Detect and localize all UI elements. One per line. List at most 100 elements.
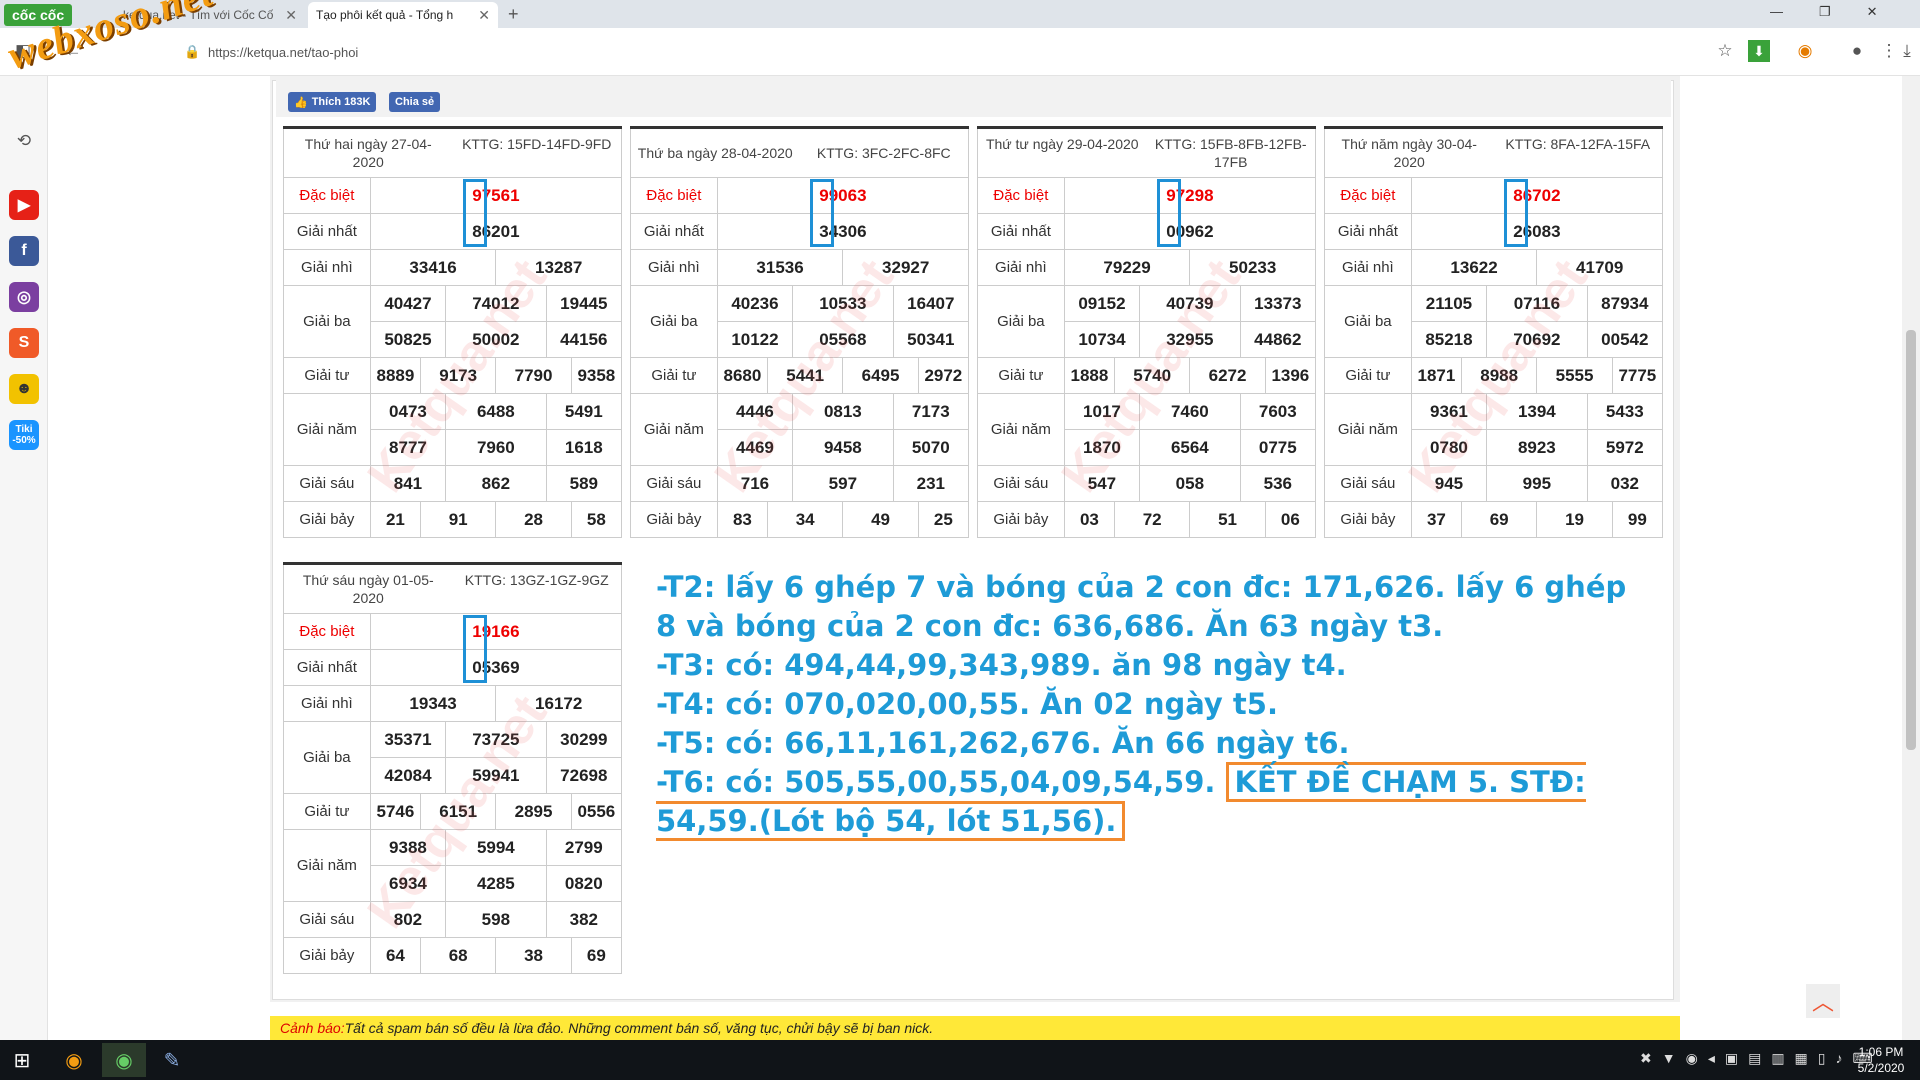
tiki-icon[interactable]: Tiki -50% xyxy=(9,420,39,450)
game-icon[interactable]: ☻ xyxy=(9,374,39,404)
prize-number: 589 xyxy=(545,465,623,502)
new-tab-button[interactable]: + xyxy=(508,4,519,25)
prize-number: 0775 xyxy=(1239,429,1317,466)
history-icon[interactable]: ⟲ xyxy=(11,128,37,154)
windows-start-icon[interactable]: ⊞ xyxy=(0,1043,44,1077)
label-giai-ba: Giải ba xyxy=(1324,285,1412,358)
facebook-share-button[interactable]: Chia sẻ xyxy=(389,92,441,112)
browser-sidebar xyxy=(0,76,48,1040)
taskbar-clock[interactable]: 1:06 PM 5/2/2020 xyxy=(1846,1044,1916,1076)
prize-number: 19445 xyxy=(545,285,623,322)
special-prize: 86702 xyxy=(1410,177,1664,214)
prize-number: 058 xyxy=(1139,465,1241,502)
prize-number: 50233 xyxy=(1189,249,1316,286)
prize-number: 6151 xyxy=(420,793,497,830)
downloads-icon[interactable]: ⤓ xyxy=(1894,38,1920,64)
facebook-icon[interactable]: f xyxy=(9,236,39,266)
prize-number: 0780 xyxy=(1410,429,1488,466)
prize-number: 50002 xyxy=(445,321,547,358)
tray-icon[interactable]: ▣ xyxy=(1725,1050,1738,1067)
extension-icon[interactable]: ◎ xyxy=(9,282,39,312)
prize-number: 21 xyxy=(369,501,422,538)
clock-date: 5/2/2020 xyxy=(1857,1061,1905,1075)
label-giai-nhat: Giải nhất xyxy=(283,213,371,250)
label-giai-nhi: Giải nhì xyxy=(283,685,371,722)
minimize-icon[interactable]: — xyxy=(1770,4,1783,20)
table-header: Thứ hai ngày 27-04-2020 KTTG: 15FD-14FD-9… xyxy=(283,127,622,178)
prize-number: 0813 xyxy=(792,393,894,430)
address-bar[interactable]: 🔒 https://ketqua.net/tao-phoi xyxy=(170,36,1700,68)
tray-icon[interactable]: ▥ xyxy=(1771,1050,1784,1067)
coccoc-extension-icon[interactable]: ◉ xyxy=(1792,38,1818,64)
label-giai-nhat: Giải nhất xyxy=(283,649,371,686)
profile-icon[interactable]: ● xyxy=(1844,38,1870,64)
taskbar-coccoc-icon[interactable]: ◉ xyxy=(102,1043,146,1077)
youtube-icon[interactable]: ▶ xyxy=(9,190,39,220)
first-prize: 05369 xyxy=(369,649,623,686)
close-icon[interactable]: ✕ xyxy=(285,7,297,24)
tray-icon[interactable]: ◉ xyxy=(1686,1050,1698,1067)
prize-number: 40739 xyxy=(1139,285,1241,322)
prize-number: 9458 xyxy=(792,429,894,466)
prize-number: 1870 xyxy=(1063,429,1141,466)
shopee-icon[interactable]: S xyxy=(9,328,39,358)
network-icon[interactable]: ▯ xyxy=(1818,1050,1826,1067)
label-giai-ba: Giải ba xyxy=(283,721,371,794)
volume-icon[interactable]: ♪ xyxy=(1836,1050,1843,1067)
prize-number: 9361 xyxy=(1410,393,1488,430)
prize-number: 00542 xyxy=(1586,321,1664,358)
prize-number: 945 xyxy=(1410,465,1488,502)
scrollbar-thumb[interactable] xyxy=(1906,330,1916,750)
facebook-like-button[interactable]: 👍 Thích 183K xyxy=(288,92,377,112)
kttg-code: KTTG: 8FA-12FA-15FA xyxy=(1505,136,1651,152)
tray-icon[interactable]: ▦ xyxy=(1795,1050,1808,1067)
lottery-result-table: Thứ ba ngày 28-04-2020 KTTG: 3FC-2FC-8FC Đ… xyxy=(630,126,970,538)
special-prize: 97561 xyxy=(369,177,623,214)
prize-number: 1871 xyxy=(1410,357,1463,394)
prize-number: 50825 xyxy=(369,321,447,358)
table-header: Thứ sáu ngày 01-05-2020 KTTG: 13GZ-1GZ-9G… xyxy=(283,563,622,614)
download-extension-icon[interactable]: ⬇ xyxy=(1748,40,1770,62)
lottery-result-table: Thứ tư ngày 29-04-2020 KTTG: 15FB-8FB-12F… xyxy=(977,126,1317,538)
prize-number: 69 xyxy=(570,937,623,974)
prize-number: 841 xyxy=(369,465,447,502)
prize-number: 802 xyxy=(369,901,447,938)
kttg-code: KTTG: 3FC-2FC-8FC xyxy=(816,145,951,161)
system-tray: ✖ ▼ ◉ ◂ ▣ ▤ ▥ ▦ ▯ ♪ ⌨ xyxy=(1640,1050,1873,1067)
taskbar-app-icon[interactable]: ◉ xyxy=(52,1043,96,1077)
prize-number: 2799 xyxy=(545,829,623,866)
prize-number: 2972 xyxy=(917,357,970,394)
bookmark-star-icon[interactable]: ☆ xyxy=(1712,38,1738,64)
prize-number: 9173 xyxy=(420,357,497,394)
warning-bar: Cảnh báo: Tất cả spam bán số đều là lừa … xyxy=(270,1016,1680,1040)
url-text: https://ketqua.net/tao-phoi xyxy=(208,44,359,60)
note-line: -T5: có: 66,11,161,262,676. Ăn 66 ngày t… xyxy=(656,726,1350,760)
taskbar-paint-icon[interactable]: ✎ xyxy=(150,1043,194,1077)
tray-icon[interactable]: ▼ xyxy=(1662,1050,1676,1067)
kttg-code: KTTG: 13GZ-1GZ-9GZ xyxy=(464,572,609,588)
prize-number: 4446 xyxy=(716,393,794,430)
prize-number: 9358 xyxy=(570,357,623,394)
prize-number: 05568 xyxy=(792,321,894,358)
tab-tao-phoi[interactable]: Tạo phôi kết quả - Tổng h ✕ xyxy=(308,2,498,28)
tray-icon[interactable]: ▤ xyxy=(1748,1050,1761,1067)
prize-number: 13373 xyxy=(1239,285,1317,322)
prize-number: 8988 xyxy=(1461,357,1538,394)
label-giai-bay: Giải bảy xyxy=(977,501,1065,538)
label-giai-nhi: Giải nhì xyxy=(977,249,1065,286)
window-controls: — ❐ ✕ xyxy=(1770,4,1878,20)
prize-number: 862 xyxy=(445,465,547,502)
highlight-box xyxy=(463,615,487,683)
prize-number: 5070 xyxy=(892,429,970,466)
scroll-to-top-button[interactable]: ︿ xyxy=(1806,984,1840,1018)
lock-icon: 🔒 xyxy=(184,44,201,59)
speaker-icon[interactable]: ◂ xyxy=(1708,1050,1715,1067)
tray-icon[interactable]: ✖ xyxy=(1640,1050,1652,1067)
prize-number: 21105 xyxy=(1410,285,1488,322)
close-icon[interactable]: ✕ xyxy=(478,7,490,24)
prize-number: 42084 xyxy=(369,757,447,794)
close-window-icon[interactable]: ✕ xyxy=(1867,4,1878,20)
prize-number: 99 xyxy=(1611,501,1664,538)
prize-number: 5441 xyxy=(767,357,844,394)
maximize-icon[interactable]: ❐ xyxy=(1819,4,1831,20)
